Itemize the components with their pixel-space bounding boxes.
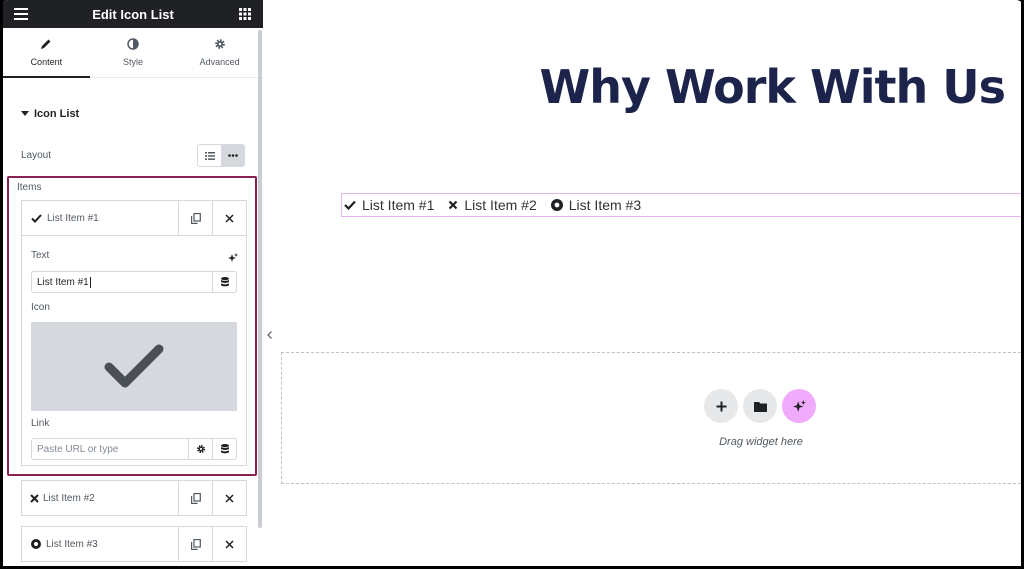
panel-topbar: Edit Icon List (3, 0, 263, 28)
text-cursor (89, 276, 91, 288)
tab-advanced[interactable]: Advanced (176, 28, 263, 77)
add-section-button[interactable] (704, 389, 738, 423)
close-icon (225, 539, 234, 549)
remove-button[interactable] (212, 527, 246, 561)
close-icon (225, 493, 234, 503)
tab-style[interactable]: Style (90, 28, 177, 77)
panel-tabs: Content Style Advanced (3, 28, 263, 78)
remove-button[interactable] (212, 481, 246, 515)
layout-default-button[interactable] (198, 145, 221, 166)
link-input[interactable] (32, 439, 188, 459)
check-icon (31, 213, 42, 223)
editor-window: Edit Icon List Content Style Advanced Ic… (0, 0, 1024, 569)
database-icon (220, 277, 229, 287)
database-icon (220, 444, 229, 454)
text-field-value: List Item #1 (37, 276, 89, 288)
link-field (31, 438, 237, 460)
icon-list-widget[interactable]: List Item #1 List Item #2 List Item #3 (341, 193, 1021, 217)
repeater-item-1-editor: Text List Item #1 Icon Link (21, 236, 247, 466)
section-toggle-icon-list[interactable]: Icon List (21, 108, 79, 120)
panel-collapse-toggle[interactable] (263, 318, 275, 352)
repeater-item-label: List Item #2 (43, 492, 95, 504)
check-icon (104, 344, 164, 387)
link-field-label: Link (31, 418, 50, 429)
repeater-item-3[interactable]: List Item #3 (21, 526, 247, 562)
caret-down-icon (21, 111, 29, 116)
chevron-left-icon (266, 331, 272, 339)
tab-content-label: Content (30, 57, 63, 67)
icon-picker-preview[interactable] (31, 322, 237, 411)
items-label: Items (17, 182, 42, 193)
close-icon (225, 213, 234, 223)
text-field[interactable]: List Item #1 (31, 271, 237, 293)
tab-advanced-label: Advanced (199, 57, 240, 67)
pencil-icon (40, 38, 52, 52)
layout-switcher (197, 144, 245, 167)
check-icon (344, 200, 356, 210)
layout-label: Layout (21, 150, 52, 161)
dynamic-tags-button[interactable] (212, 272, 236, 292)
dynamic-tags-button[interactable] (212, 439, 236, 459)
plus-icon (716, 401, 726, 411)
times-icon (449, 200, 458, 210)
ai-sparkle-icon (792, 399, 806, 412)
list-icon (204, 151, 215, 160)
link-options-button[interactable] (188, 439, 212, 459)
copy-icon (190, 492, 201, 504)
dropzone-actions (704, 389, 816, 423)
layout-control: Layout (21, 144, 245, 167)
repeater-item-2[interactable]: List Item #2 (21, 480, 247, 516)
page-canvas: Why Work With Us List Item #1 List Item … (263, 0, 1021, 566)
editor-panel: Edit Icon List Content Style Advanced Ic… (3, 0, 263, 566)
duplicate-button[interactable] (178, 481, 212, 515)
gear-icon (214, 38, 226, 52)
section-title: Icon List (34, 108, 80, 120)
remove-button[interactable] (212, 201, 246, 235)
ellipsis-icon (227, 154, 238, 157)
add-template-button[interactable] (743, 389, 777, 423)
copy-icon (190, 212, 201, 224)
half-circle-icon (127, 38, 139, 52)
tab-style-label: Style (123, 57, 144, 67)
scrollbar-thumb[interactable] (258, 30, 262, 528)
duplicate-button[interactable] (178, 527, 212, 561)
duplicate-button[interactable] (178, 201, 212, 235)
icon-list-item: List Item #1 (344, 197, 434, 213)
heading-widget[interactable]: Why Work With Us (540, 60, 1006, 114)
copy-icon (190, 538, 201, 550)
icon-list-item: List Item #2 (448, 197, 537, 213)
hamburger-menu-icon[interactable] (13, 6, 29, 22)
ai-generate-button[interactable] (782, 389, 816, 423)
times-icon (30, 493, 39, 503)
tab-content[interactable]: Content (3, 28, 90, 78)
drop-hint-text: Drag widget here (719, 436, 803, 448)
repeater-item-label: List Item #3 (46, 538, 98, 550)
folder-icon (753, 401, 767, 412)
icon-list-text: List Item #2 (464, 197, 537, 213)
repeater-item-1[interactable]: List Item #1 (21, 200, 247, 236)
icon-list-text: List Item #3 (568, 197, 642, 213)
text-field-label: Text (31, 250, 50, 261)
layout-inline-button[interactable] (221, 145, 244, 166)
icon-list-text: List Item #1 (362, 197, 435, 213)
dot-circle-icon (31, 539, 41, 549)
icon-list-item: List Item #3 (550, 197, 642, 213)
repeater-item-label: List Item #1 (47, 212, 99, 224)
icon-field-label: Icon (31, 302, 50, 313)
widgets-grid-icon[interactable] (237, 6, 253, 22)
gear-icon (196, 445, 205, 453)
empty-section-dropzone[interactable] (281, 352, 1021, 484)
dot-circle-icon (550, 199, 563, 211)
ai-sparkle-icon[interactable] (228, 250, 238, 268)
panel-title: Edit Icon List (92, 6, 174, 22)
